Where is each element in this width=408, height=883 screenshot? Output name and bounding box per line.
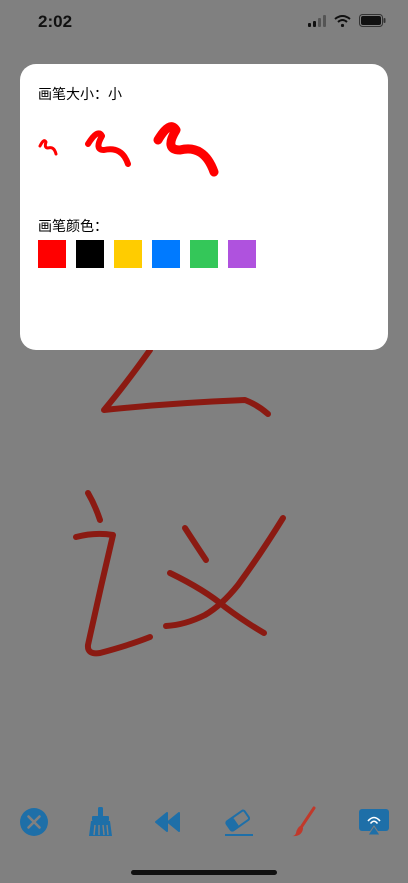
pen-color-label: 画笔颜色：: [38, 219, 108, 235]
handwriting-stroke: [85, 490, 103, 523]
eraser-button[interactable]: [218, 800, 258, 844]
pen-size-options: [38, 122, 219, 177]
color-swatch-red[interactable]: [38, 240, 66, 268]
close-icon: [20, 808, 48, 836]
pen-size-small-option[interactable]: [38, 139, 58, 156]
paintbrush-icon: [292, 806, 316, 837]
eraser-icon: [225, 809, 253, 836]
brush-button[interactable]: [284, 800, 324, 844]
status-icons: [308, 14, 386, 27]
pen-settings-panel: 画笔大小：小 画笔颜色：: [20, 64, 388, 350]
undo-button[interactable]: [148, 800, 188, 844]
status-bar: 2:02: [0, 0, 408, 46]
handwriting-stroke: [101, 347, 271, 417]
handwriting-stroke: [73, 530, 153, 657]
airplay-button[interactable]: [354, 800, 394, 844]
airplay-icon: [359, 809, 389, 836]
pen-size-heading: 画笔大小：小: [38, 84, 122, 104]
bottom-toolbar: [0, 800, 408, 844]
home-indicator: [131, 870, 277, 875]
pen-color-options: [38, 240, 256, 268]
color-swatch-green[interactable]: [190, 240, 218, 268]
status-time: 2:02: [38, 12, 73, 31]
color-swatch-blue[interactable]: [152, 240, 180, 268]
pen-size-large-option[interactable]: [153, 122, 219, 177]
wifi-icon: [334, 14, 351, 27]
clear-button[interactable]: [80, 800, 120, 844]
undo-icon: [155, 812, 180, 832]
close-button[interactable]: [14, 800, 54, 844]
clear-brush-icon: [89, 807, 112, 836]
handwriting-stroke: [182, 525, 209, 563]
signal-icon: [308, 14, 326, 27]
color-swatch-black[interactable]: [76, 240, 104, 268]
battery-icon: [359, 14, 386, 27]
color-swatch-purple[interactable]: [228, 240, 256, 268]
pen-size-value: 小: [108, 87, 122, 103]
color-swatch-yellow[interactable]: [114, 240, 142, 268]
pen-size-medium-option[interactable]: [85, 130, 131, 167]
pen-size-label: 画笔大小：: [38, 87, 108, 103]
